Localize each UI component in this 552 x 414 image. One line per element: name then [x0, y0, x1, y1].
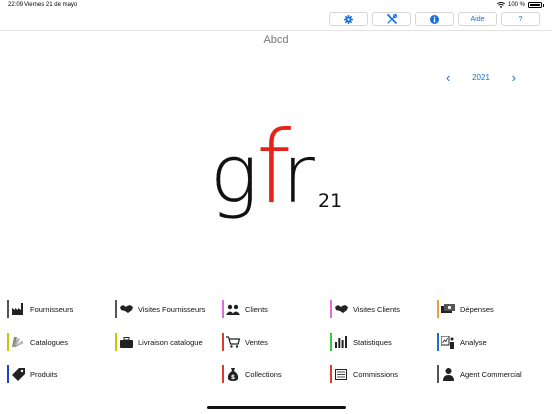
menu-label: Visites Clients — [353, 304, 400, 314]
company-name: Abcd — [263, 34, 289, 46]
settings-button[interactable] — [329, 12, 368, 26]
svg-text:$: $ — [231, 374, 235, 381]
year-label: 2021 — [472, 72, 490, 82]
toolbar: Aide ? — [329, 12, 540, 26]
ledger-icon — [335, 368, 347, 380]
menu-depenses[interactable]: Dépenses — [437, 298, 537, 320]
help-button[interactable]: ? — [501, 12, 540, 26]
moneybag-icon: $ — [227, 367, 239, 381]
menu-fournisseurs[interactable]: Fournisseurs — [7, 298, 107, 320]
home-indicator[interactable] — [207, 406, 346, 409]
menu-visites-fournisseurs[interactable]: Visites Fournisseurs — [115, 298, 220, 320]
previous-year-button[interactable]: ‹ — [446, 71, 450, 84]
menu-visites-clients[interactable]: Visites Clients — [330, 298, 430, 320]
wifi-icon — [496, 2, 505, 8]
menu-label: Analyse — [460, 337, 487, 347]
menu-livraison-catalogue[interactable]: Livraison catalogue — [115, 331, 220, 353]
menu-label: Produits — [30, 369, 58, 379]
menu-label: Collections — [245, 369, 282, 379]
handshake-icon — [334, 305, 348, 313]
money-icon — [441, 304, 455, 313]
menu-catalogues[interactable]: Catalogues — [7, 331, 107, 353]
aide-button[interactable]: Aide — [458, 12, 497, 26]
analysis-icon — [441, 335, 454, 349]
logo-year: 21 — [318, 190, 342, 212]
year-navigator: ‹ 2021 › — [446, 70, 516, 84]
menu-label: Fournisseurs — [30, 304, 74, 314]
menu-analyse[interactable]: Analyse — [437, 331, 537, 353]
menu-label: Commissions — [353, 369, 399, 379]
app-logo: g f r 21 — [210, 109, 342, 226]
menu-label: Dépenses — [460, 304, 494, 314]
menu-commissions[interactable]: Commissions — [330, 363, 430, 385]
menu-label: Catalogues — [30, 337, 68, 347]
menu-label: Visites Fournisseurs — [138, 304, 206, 314]
tools-icon — [386, 14, 397, 24]
factory-icon — [11, 303, 23, 315]
person-icon — [442, 367, 454, 381]
handshake-icon — [119, 305, 133, 313]
menu-agent-commercial[interactable]: Agent Commercial — [437, 363, 542, 385]
status-date: Viernes 21 de mayo — [24, 2, 78, 8]
menu-label: Agent Commercial — [460, 369, 522, 379]
menu-ventes[interactable]: Ventes — [222, 331, 322, 353]
menu-label: Clients — [245, 304, 268, 314]
status-time: 22:09 — [8, 2, 24, 8]
barchart-icon — [335, 336, 347, 348]
logo-letter-r: r — [282, 128, 315, 221]
tag-icon — [11, 367, 25, 381]
info-icon — [430, 14, 439, 24]
status-bar: 22:09 Viernes 21 de mayo 100 % — [0, 0, 552, 12]
menu-statistiques[interactable]: Statistiques — [330, 331, 430, 353]
battery-icon — [528, 2, 542, 8]
logo-letter-g: g — [210, 128, 258, 221]
menu-clients[interactable]: Clients — [222, 298, 322, 320]
gear-icon — [344, 14, 353, 24]
battery-percent: 100 % — [507, 2, 525, 8]
status-right: 100 % — [496, 2, 544, 8]
toolbar-divider — [0, 30, 552, 31]
tools-button[interactable] — [372, 12, 411, 26]
info-button[interactable] — [415, 12, 454, 26]
menu-produits[interactable]: Produits — [7, 363, 107, 385]
menu-label: Statistiques — [353, 337, 392, 347]
menu-label: Ventes — [245, 337, 268, 347]
menu-label: Livraison catalogue — [138, 337, 203, 347]
cart-icon — [226, 336, 240, 348]
briefcase-icon — [119, 336, 133, 348]
people-icon — [226, 304, 240, 315]
swatch-icon — [12, 337, 24, 348]
next-year-button[interactable]: › — [512, 71, 516, 84]
menu-collections[interactable]: $ Collections — [222, 363, 322, 385]
